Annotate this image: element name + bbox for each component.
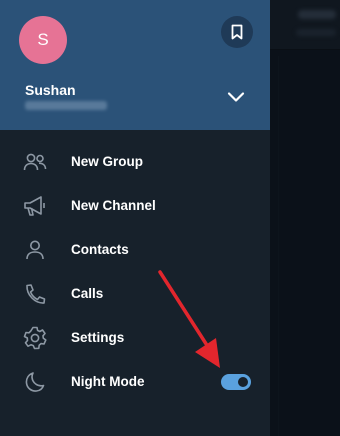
menu-item-new-channel[interactable]: New Channel <box>0 184 270 228</box>
phone-icon <box>26 284 46 304</box>
menu-label: Night Mode <box>71 374 145 389</box>
night-mode-toggle[interactable] <box>221 374 251 390</box>
menu-label: Settings <box>71 330 125 345</box>
chevron-down-icon <box>227 92 245 102</box>
saved-messages-button[interactable] <box>221 16 253 48</box>
expand-accounts-button[interactable] <box>222 86 250 108</box>
toggle-knob <box>236 375 250 389</box>
chat-background-header <box>270 0 340 50</box>
moon-icon <box>25 372 45 392</box>
blurred-chat-subtitle <box>296 29 336 36</box>
menu-label: New Channel <box>71 198 156 213</box>
bookmark-icon <box>231 24 243 40</box>
user-name: Sushan <box>25 82 76 98</box>
people-icon <box>23 153 47 171</box>
menu-label: New Group <box>71 154 144 169</box>
megaphone-icon <box>24 196 45 216</box>
drawer-header: S Sushan <box>0 0 270 130</box>
menu-label: Calls <box>71 286 104 301</box>
chat-background <box>270 0 340 436</box>
avatar[interactable]: S <box>19 16 67 64</box>
user-phone-redacted <box>25 101 107 110</box>
menu-item-new-group[interactable]: New Group <box>0 140 270 184</box>
menu-label: Contacts <box>71 242 129 257</box>
blurred-chat-title <box>298 10 336 19</box>
gear-icon <box>23 326 47 350</box>
annotation-arrow-icon <box>158 270 220 368</box>
background-divider <box>278 56 279 436</box>
person-icon <box>26 240 44 260</box>
